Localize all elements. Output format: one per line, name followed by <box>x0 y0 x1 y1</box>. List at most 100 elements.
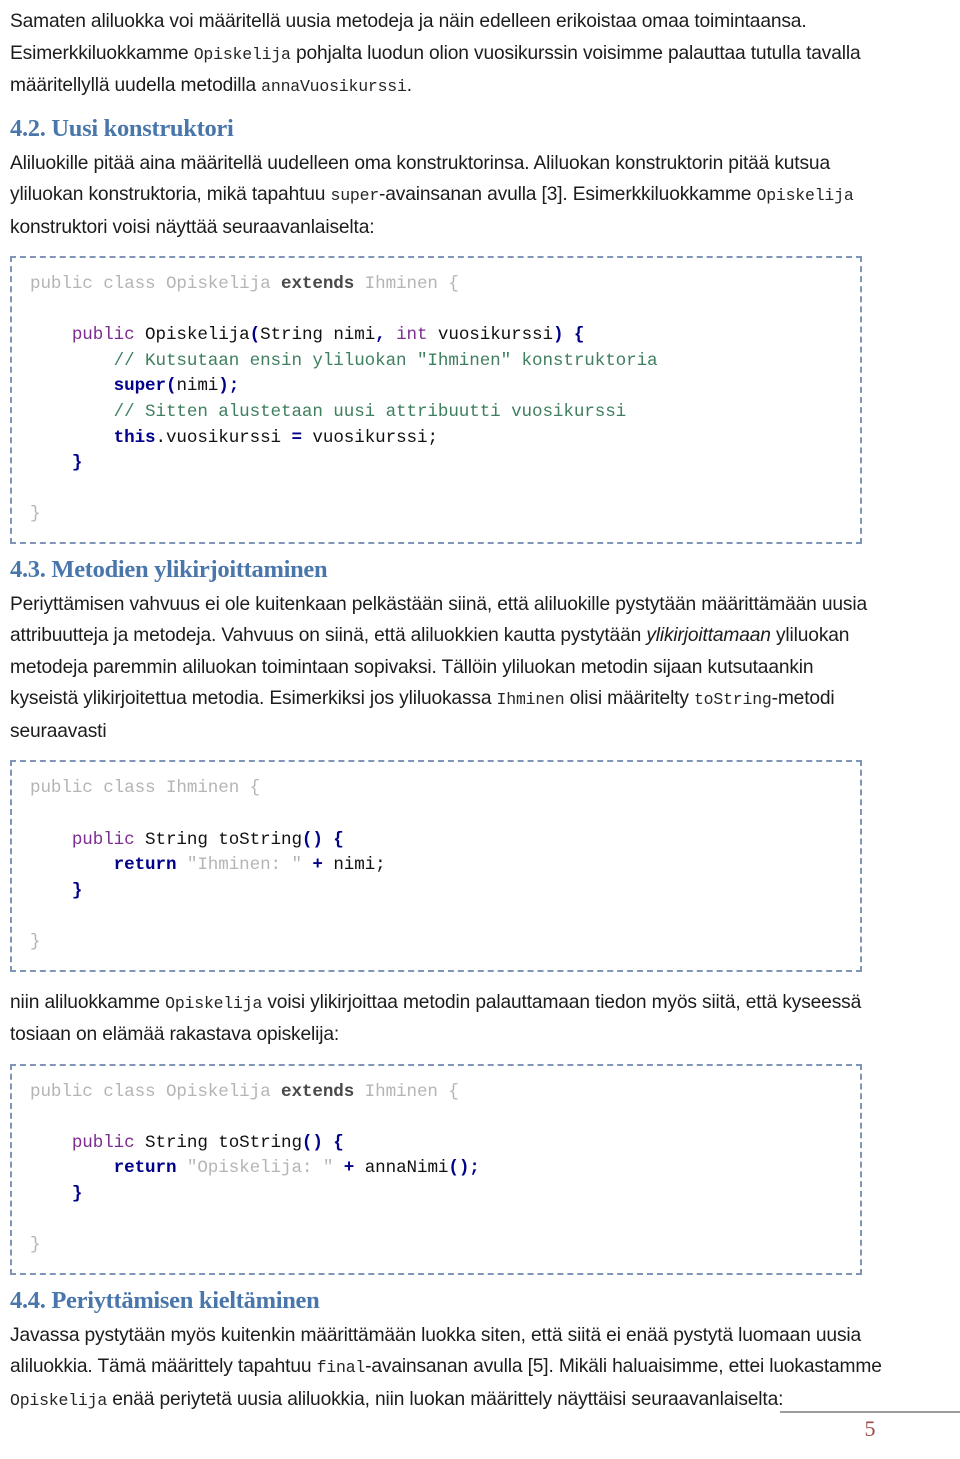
paragraph-section-4-2: Aliluokille pitää aina määritellä uudell… <box>10 148 882 244</box>
code-token: int <box>396 325 428 346</box>
code-token: extends <box>281 1081 355 1102</box>
code-token: annaNimi <box>354 1158 449 1179</box>
paragraph-section-4-3: Periyttämisen vahvuus ei ole kuitenkaan … <box>10 589 882 748</box>
code-line: } <box>30 879 848 905</box>
code-token: } <box>71 453 83 474</box>
code-token: + <box>343 1158 355 1179</box>
code-line: // Kutsutaan ensin yliluokan "Ihminen" k… <box>30 349 848 375</box>
code-token: Ihminen { <box>354 274 459 294</box>
inline-code-tostring: toString <box>693 690 772 710</box>
inline-code-opiskelija: Opiskelija <box>10 1390 108 1410</box>
inline-code-opiskelija: Opiskelija <box>756 186 854 205</box>
code-token: } <box>71 1183 83 1204</box>
code-token: vuosikurssi <box>427 325 553 346</box>
code-line: return "Opiskelija: " + annaNimi(); <box>30 1156 848 1182</box>
code-token: nimi <box>176 376 219 397</box>
code-token: this <box>113 427 156 448</box>
text-run-italic: ylikirjoittamaan <box>646 625 771 647</box>
paragraph-intro-1: Samaten aliluokka voi määritellä uusia m… <box>10 6 882 38</box>
text-run: niin aliluokkamme <box>10 991 166 1013</box>
code-token: + <box>312 855 323 876</box>
code-line: public String toString() { <box>30 828 848 854</box>
footer-rule <box>780 1411 960 1413</box>
paragraph-intro-2: Esimerkkiluokkamme Opiskelija pohjalta l… <box>10 38 882 103</box>
code-token: } <box>30 932 41 952</box>
text-run: -avainsanan avulla [3]. Esimerkkiluokkam… <box>379 184 757 205</box>
page-number: 5 <box>864 1416 876 1441</box>
inline-code-ihminen: Ihminen <box>496 690 565 710</box>
heading-section-4-3: 4.3. Metodien ylikirjoittaminen <box>10 555 328 583</box>
code-token: } <box>30 1235 41 1256</box>
code-token: return <box>113 1158 177 1179</box>
code-line: // Sitten alustetaan uusi attribuutti vu… <box>30 400 848 426</box>
heading-section-4-4: 4.4. Periyttämisen kieltäminen <box>10 1286 320 1314</box>
code-token: String toString <box>134 829 302 850</box>
code-token: .vuosikurssi <box>155 427 292 448</box>
inline-code-annavuosikurssi: annaVuosikurssi <box>261 77 407 96</box>
code-token: () { <box>301 829 344 850</box>
code-line: } <box>30 1182 848 1208</box>
code-token: } <box>30 504 41 525</box>
code-line: return "Ihminen: " + nimi; <box>30 853 848 879</box>
code-token: vuosikurssi; <box>301 427 438 448</box>
code-token: () { <box>301 1132 344 1153</box>
inline-code-final: final <box>316 1358 366 1378</box>
inline-code-super: super <box>330 186 380 205</box>
inline-code-opiskelija: Opiskelija <box>193 44 291 64</box>
code-line: } <box>30 930 848 956</box>
code-token: String nimi <box>260 325 376 346</box>
code-token: nimi; <box>322 855 386 876</box>
code-token: Opiskelija <box>134 325 250 346</box>
heading-section-4-2: 4.2. Uusi konstruktori <box>10 114 234 142</box>
code-line: super(nimi); <box>30 374 848 400</box>
code-token: = <box>291 427 302 448</box>
code-token: public <box>71 325 135 346</box>
code-token: public class Ihminen { <box>30 778 261 799</box>
code-token: "Ihminen: " <box>186 855 302 876</box>
code-token: , <box>375 325 386 346</box>
inline-code-opiskelija: Opiskelija <box>165 993 263 1013</box>
text-run: konstruktori voisi näyttää seuraavanlais… <box>10 216 375 238</box>
code-token: ) { <box>552 325 585 346</box>
code-line: public class Opiskelija extends Ihminen … <box>30 272 848 298</box>
code-token: "Opiskelija: " <box>186 1158 334 1179</box>
paragraph-between: niin aliluokkamme Opiskelija voisi yliki… <box>10 987 882 1051</box>
code-token: String toString <box>134 1132 302 1153</box>
code-block-ihminen-tostring: public class Ihminen { public String toS… <box>10 760 862 972</box>
code-token: extends <box>281 274 355 294</box>
page-footer: 5 <box>780 1411 960 1441</box>
code-block-opiskelija-tostring: public class Opiskelija extends Ihminen … <box>10 1063 862 1275</box>
code-line: public class Ihminen { <box>30 776 848 802</box>
code-token: public class Opiskelija <box>30 274 281 294</box>
code-token: public <box>71 829 135 850</box>
code-token: return <box>113 855 177 876</box>
text-run: Samaten aliluokka voi määritellä uusia m… <box>10 11 807 32</box>
code-line: } <box>30 502 848 528</box>
code-line: public Opiskelija(String nimi, int vuosi… <box>30 323 848 349</box>
code-token: super <box>113 376 166 397</box>
text-run: Esimerkkiluokkamme <box>10 42 194 64</box>
text-run: olisi määritelty <box>564 688 694 710</box>
